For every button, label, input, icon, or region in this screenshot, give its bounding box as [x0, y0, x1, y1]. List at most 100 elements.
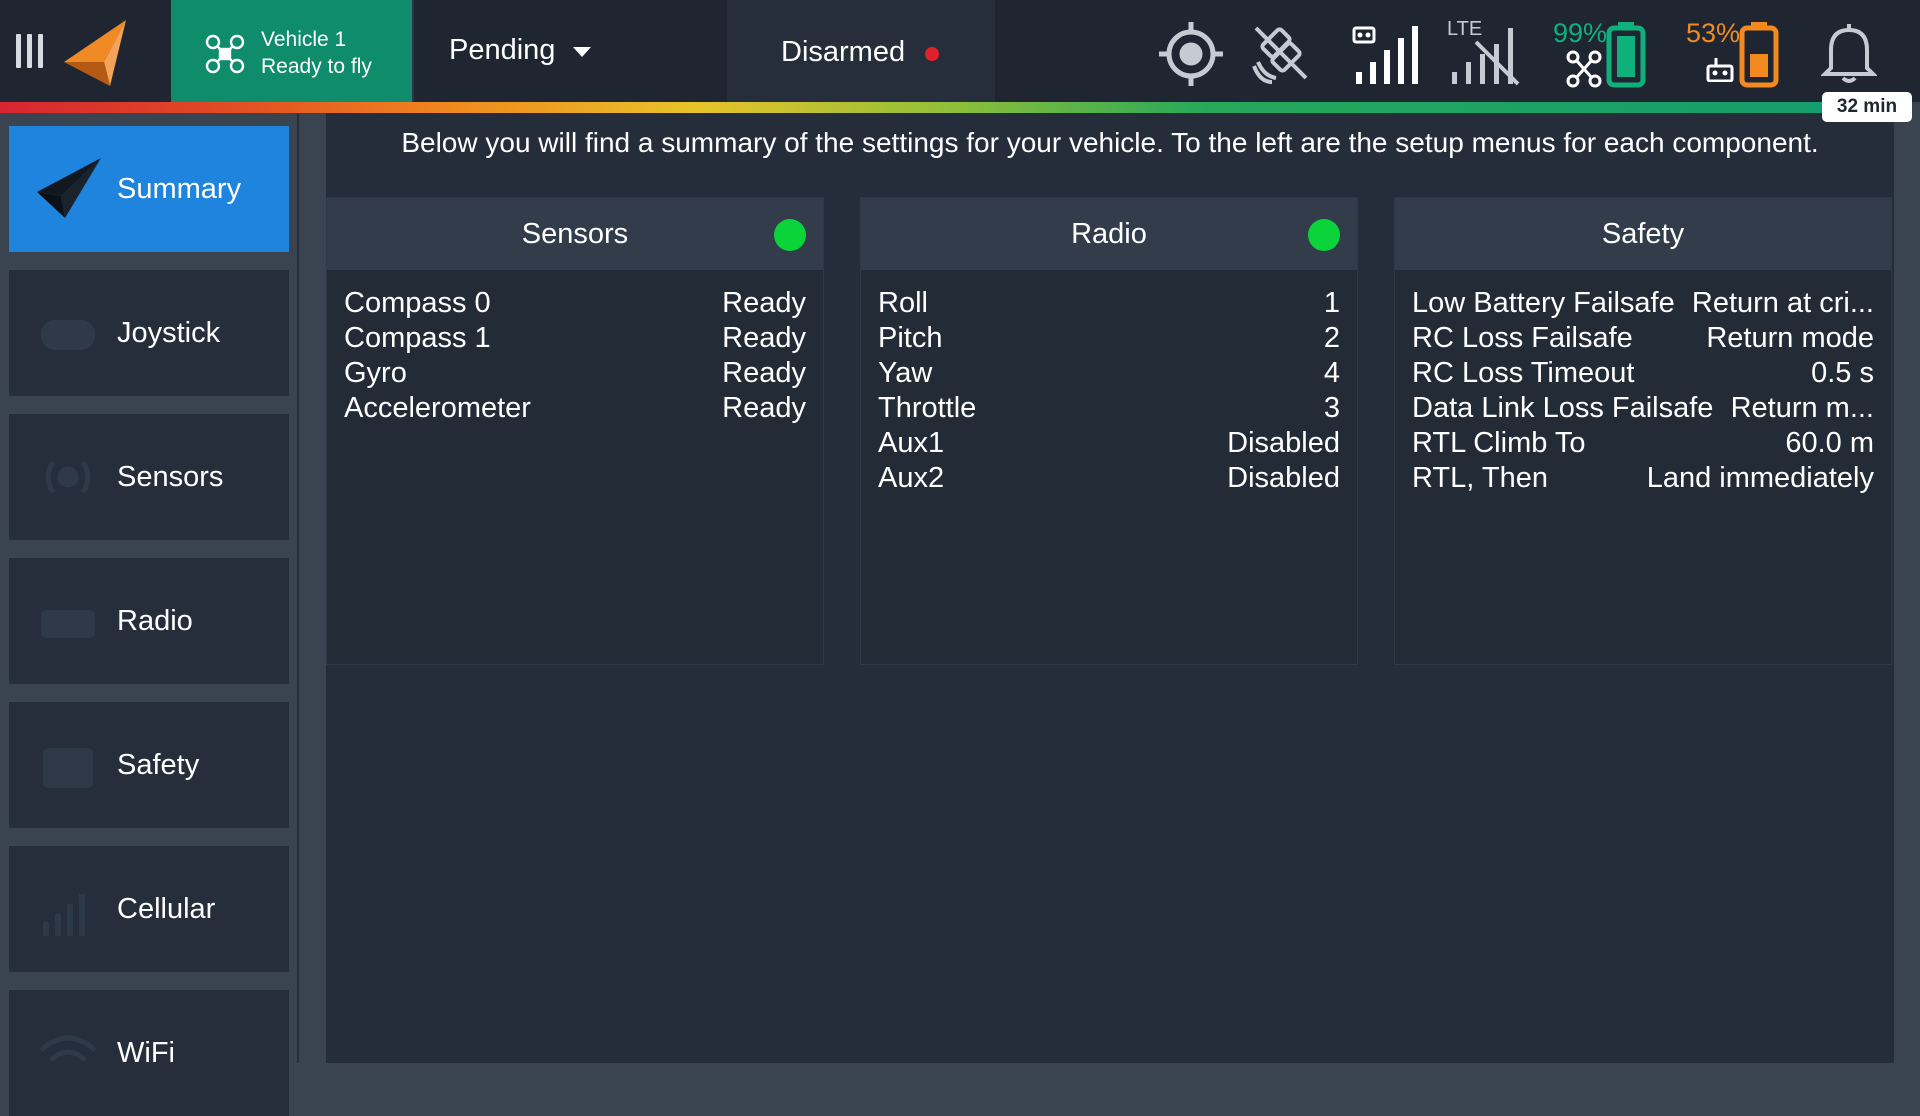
- row-value: Disabled: [1227, 427, 1340, 459]
- row-key: Throttle: [878, 392, 977, 424]
- row-key: Pitch: [878, 322, 943, 354]
- row-value: Return at cri...: [1691, 287, 1874, 319]
- sidebar-item-label: Radio: [117, 605, 193, 637]
- gps-target-icon[interactable]: [1157, 20, 1225, 88]
- table-row: RTL Climb To 60.0 m: [1412, 426, 1874, 461]
- vehicle-battery-percent: 99%: [1553, 18, 1608, 48]
- row-key: Data Link Loss Failsafe: [1412, 392, 1714, 424]
- sidebar-item-label: Cellular: [117, 893, 216, 925]
- rc-battery-percent: 53%: [1686, 18, 1741, 48]
- vehicle-name: Vehicle 1: [261, 28, 347, 51]
- sidebar-item-radio[interactable]: Radio: [9, 558, 289, 684]
- table-row: Compass 0 Ready: [344, 286, 806, 321]
- row-key: Low Battery Failsafe: [1412, 287, 1675, 319]
- row-value: 60.0 m: [1785, 427, 1874, 459]
- flight-mode-label: Pending: [449, 34, 556, 66]
- row-value: Ready: [722, 287, 806, 319]
- card-header: Sensors: [327, 198, 823, 270]
- summary-panel: Below you will find a summary of the set…: [326, 113, 1894, 1063]
- app-logo-icon[interactable]: [64, 20, 126, 88]
- row-key: RTL, Then: [1412, 462, 1548, 494]
- row-value: Ready: [722, 357, 806, 389]
- wifi-icon: [39, 1035, 97, 1062]
- row-value: 2: [1323, 322, 1340, 354]
- sensors-card[interactable]: Sensors Compass 0 Ready Compass 1 Ready Gy…: [326, 197, 824, 665]
- rc-battery-icon[interactable]: [1739, 20, 1779, 88]
- rc-signal-icon[interactable]: [1352, 22, 1422, 86]
- drone-icon: [205, 34, 245, 74]
- row-key: RC Loss Timeout: [1412, 357, 1635, 389]
- summary-description: Below you will find a summary of the set…: [401, 127, 1819, 158]
- row-key: Gyro: [344, 357, 407, 389]
- table-row: Gyro Ready: [344, 356, 806, 391]
- flight-time-badge: 32 min: [1822, 92, 1912, 122]
- menu-icon[interactable]: [12, 34, 46, 72]
- row-value: Ready: [722, 392, 806, 424]
- sidebar-item-safety[interactable]: Safety: [9, 702, 289, 828]
- row-key: Aux2: [878, 462, 945, 494]
- sidebar-item-sensors[interactable]: Sensors: [9, 414, 289, 540]
- drone-battery-source-icon: [1566, 50, 1602, 88]
- row-value: Land immediately: [1646, 462, 1874, 494]
- row-value: Ready: [722, 322, 806, 354]
- row-key: Roll: [878, 287, 928, 319]
- row-key: Aux1: [878, 427, 945, 459]
- sidebar-item-label: WiFi: [117, 1037, 175, 1069]
- status-indicator: [1308, 219, 1340, 251]
- sidebar-item-label: Summary: [117, 173, 242, 205]
- radio-card[interactable]: Radio Roll 1 Pitch 2 Yaw 4 Throttle 3 Aux1 Di…: [860, 197, 1358, 665]
- sidebar-item-cellular[interactable]: Cellular: [9, 846, 289, 972]
- card-title: Safety: [1601, 218, 1685, 250]
- arm-state-indicator: [925, 47, 939, 61]
- card-header: Safety: [1395, 198, 1891, 270]
- sidebar-item-label: Joystick: [117, 317, 221, 349]
- sidebar-item-joystick[interactable]: Joystick: [9, 270, 289, 396]
- lte-signal-off-icon[interactable]: [1448, 22, 1522, 86]
- safety-card[interactable]: Safety Low Battery Failsafe Return at cri…: [1394, 197, 1892, 665]
- table-row: RC Loss Timeout 0.5 s: [1412, 356, 1874, 391]
- sidebar-item-label: Safety: [117, 749, 200, 781]
- gamepad-icon: [41, 320, 95, 350]
- satellite-off-icon[interactable]: [1250, 22, 1312, 84]
- table-row: Aux1 Disabled: [878, 426, 1340, 461]
- bell-icon[interactable]: [1821, 22, 1877, 84]
- rc-battery-source-icon: [1706, 58, 1734, 82]
- flight-time-progress-bar: [0, 102, 1828, 113]
- row-value: 3: [1323, 392, 1340, 424]
- sensor-icon: [45, 460, 91, 494]
- row-key: Compass 1: [344, 322, 491, 354]
- row-value: 0.5 s: [1811, 357, 1874, 389]
- row-key: Yaw: [878, 357, 933, 389]
- card-header: Radio: [861, 198, 1357, 270]
- row-value: 1: [1323, 287, 1340, 319]
- sidebar-item-wifi[interactable]: WiFi: [9, 990, 289, 1116]
- row-value: Disabled: [1227, 462, 1340, 494]
- sidebar-item-label: Sensors: [117, 461, 224, 493]
- row-key: Compass 0: [344, 287, 491, 319]
- row-key: RTL Climb To: [1412, 427, 1586, 459]
- card-title: Radio: [1071, 218, 1147, 250]
- row-value: Return mode: [1706, 322, 1874, 354]
- row-value: 4: [1323, 357, 1340, 389]
- radio-icon: [41, 610, 95, 638]
- table-row: RC Loss Failsafe Return mode: [1412, 321, 1874, 356]
- sidebar-item-summary[interactable]: Summary: [9, 126, 289, 252]
- cellular-icon: [43, 894, 85, 936]
- drone-battery-icon[interactable]: [1606, 20, 1646, 88]
- setup-sidebar: Summary Joystick Sensors Radio Safety Ce…: [0, 113, 298, 1116]
- table-row: RTL, Then Land immediately: [1412, 461, 1874, 496]
- flight-mode-dropdown[interactable]: Pending: [449, 34, 592, 67]
- top-toolbar: Vehicle 1 Ready to fly Pending Disarmed …: [0, 0, 1920, 102]
- table-row: Pitch 2: [878, 321, 1340, 356]
- vehicle-status-button[interactable]: Vehicle 1 Ready to fly: [171, 0, 412, 102]
- table-row: Low Battery Failsafe Return at cri...: [1412, 286, 1874, 321]
- table-row: Accelerometer Ready: [344, 391, 806, 426]
- table-row: Yaw 4: [878, 356, 1340, 391]
- paper-plane-icon: [37, 158, 101, 218]
- arm-state-label: Disarmed: [781, 36, 906, 68]
- row-key: RC Loss Failsafe: [1412, 322, 1633, 354]
- arm-state-button[interactable]: Disarmed: [727, 0, 995, 102]
- toolbar-divider: [412, 0, 414, 102]
- table-row: Roll 1: [878, 286, 1340, 321]
- status-indicator: [774, 219, 806, 251]
